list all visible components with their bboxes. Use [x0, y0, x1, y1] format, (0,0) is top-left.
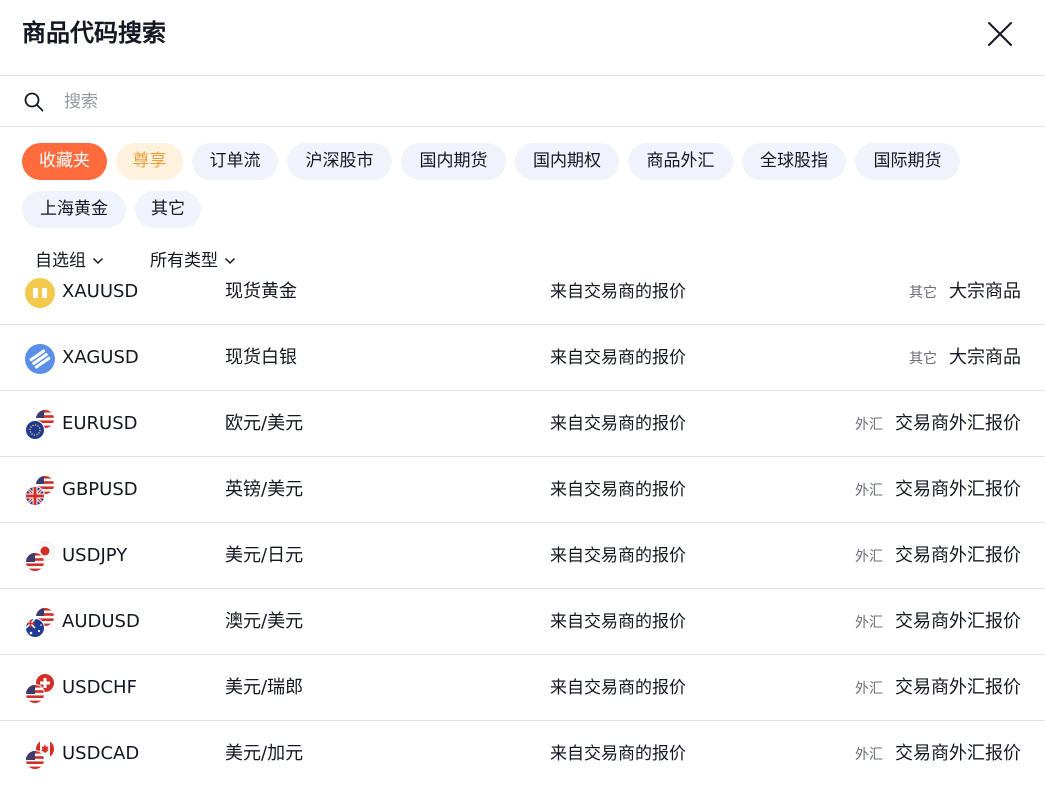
close-button[interactable] — [984, 18, 1016, 50]
chevron-down-icon — [224, 257, 236, 265]
symbol-type: 外汇 — [855, 615, 883, 631]
symbol-type: 外汇 — [855, 483, 883, 499]
symbol-exchange: 交易商外汇报价 — [895, 479, 1021, 500]
chip-other[interactable]: 其它 — [135, 191, 201, 228]
symbol-type: 外汇 — [855, 747, 883, 763]
gb-us-flags-icon — [25, 476, 54, 506]
chip-cn-stocks[interactable]: 沪深股市 — [287, 143, 392, 180]
dialog-title: 商品代码搜索 — [22, 19, 166, 47]
silver-bar-icon — [25, 344, 55, 374]
watchlist-dropdown[interactable]: 自选组 — [35, 246, 104, 276]
gold-bar-icon — [25, 278, 55, 308]
chevron-down-icon — [92, 257, 104, 265]
symbol-code: USDCAD — [62, 743, 140, 764]
symbol-type: 外汇 — [855, 549, 883, 565]
symbol-meta: 外汇 交易商外汇报价 — [855, 655, 1021, 722]
symbol-row-xauusd[interactable]: XAUUSD 现货黄金 来自交易商的报价 其它 大宗商品 — [0, 276, 1045, 325]
au-us-flags-icon — [25, 608, 54, 638]
us-ch-flags-icon — [25, 674, 54, 704]
close-icon — [988, 22, 1012, 46]
search-bar — [0, 77, 1045, 127]
chip-cn-futures[interactable]: 国内期货 — [401, 143, 506, 180]
type-dropdown[interactable]: 所有类型 — [150, 246, 236, 276]
chip-shanghai-gold[interactable]: 上海黄金 — [22, 191, 126, 228]
dialog-header: 商品代码搜索 — [0, 0, 1045, 76]
symbol-exchange: 大宗商品 — [949, 281, 1021, 302]
chip-global-indices[interactable]: 全球股指 — [742, 143, 846, 180]
quote-source: 来自交易商的报价 — [550, 744, 686, 764]
symbol-meta: 其它 大宗商品 — [909, 325, 1021, 392]
symbol-description: 美元/加元 — [225, 743, 304, 764]
symbol-description: 美元/日元 — [225, 545, 304, 566]
symbol-row-usdjpy[interactable]: USDJPY 美元/日元 来自交易商的报价 外汇 交易商外汇报价 — [0, 523, 1045, 589]
quote-source: 来自交易商的报价 — [550, 546, 686, 566]
symbol-code: USDJPY — [62, 545, 128, 566]
filter-bar: 自选组 所有类型 — [0, 246, 400, 276]
symbol-description: 现货白银 — [225, 347, 297, 368]
symbol-description: 欧元/美元 — [225, 413, 304, 434]
chip-favorites[interactable]: 收藏夹 — [22, 143, 107, 180]
symbol-code: XAGUSD — [62, 347, 139, 368]
symbol-meta: 其它 大宗商品 — [909, 276, 1021, 326]
symbol-meta: 外汇 交易商外汇报价 — [855, 721, 1021, 786]
symbol-exchange: 交易商外汇报价 — [895, 545, 1021, 566]
symbol-row-audusd[interactable]: AUDUSD 澳元/美元 来自交易商的报价 外汇 交易商外汇报价 — [0, 589, 1045, 655]
symbol-description: 现货黄金 — [225, 281, 297, 302]
eu-us-flags-icon — [25, 410, 54, 440]
symbol-exchange: 大宗商品 — [949, 347, 1021, 368]
symbol-code: AUDUSD — [62, 611, 140, 632]
symbol-type: 其它 — [909, 351, 937, 367]
symbol-description: 美元/瑞郎 — [225, 677, 304, 698]
symbol-meta: 外汇 交易商外汇报价 — [855, 523, 1021, 590]
symbol-exchange: 交易商外汇报价 — [895, 413, 1021, 434]
type-dropdown-label: 所有类型 — [150, 251, 218, 271]
symbol-row-eurusd[interactable]: EURUSD 欧元/美元 来自交易商的报价 外汇 交易商外汇报价 — [0, 391, 1045, 457]
quote-source: 来自交易商的报价 — [550, 414, 686, 434]
quote-source: 来自交易商的报价 — [550, 282, 686, 302]
quote-source: 来自交易商的报价 — [550, 480, 686, 500]
quote-source: 来自交易商的报价 — [550, 678, 686, 698]
symbol-exchange: 交易商外汇报价 — [895, 743, 1021, 764]
symbol-meta: 外汇 交易商外汇报价 — [855, 391, 1021, 458]
symbol-exchange: 交易商外汇报价 — [895, 677, 1021, 698]
chip-cn-options[interactable]: 国内期权 — [515, 143, 619, 180]
search-input[interactable] — [64, 87, 1004, 117]
symbol-code: USDCHF — [62, 677, 137, 698]
us-jp-flags-icon — [25, 541, 55, 572]
symbol-row-usdcad[interactable]: USDCAD 美元/加元 来自交易商的报价 外汇 交易商外汇报价 — [0, 721, 1045, 786]
chip-commodities-fx[interactable]: 商品外汇 — [628, 143, 733, 180]
symbol-meta: 外汇 交易商外汇报价 — [855, 457, 1021, 524]
symbol-type: 外汇 — [855, 417, 883, 433]
symbol-results-list[interactable]: XAUUSD 现货黄金 来自交易商的报价 其它 大宗商品 XAGUSD 现货白银 … — [0, 276, 1045, 786]
symbol-row-gbpusd[interactable]: GBPUSD 英镑/美元 来自交易商的报价 外汇 交易商外汇报价 — [0, 457, 1045, 523]
symbol-code: EURUSD — [62, 413, 138, 434]
us-ca-flags-icon — [25, 740, 54, 770]
symbol-description: 英镑/美元 — [225, 479, 304, 500]
symbol-description: 澳元/美元 — [225, 611, 304, 632]
symbol-type: 外汇 — [855, 681, 883, 697]
symbol-row-xagusd[interactable]: XAGUSD 现货白银 来自交易商的报价 其它 大宗商品 — [0, 325, 1045, 391]
watchlist-dropdown-label: 自选组 — [35, 251, 86, 271]
chip-intl-futures[interactable]: 国际期货 — [855, 143, 960, 180]
chip-premium[interactable]: 尊享 — [116, 143, 183, 180]
symbol-code: XAUUSD — [62, 281, 139, 302]
symbol-type: 其它 — [909, 285, 937, 301]
search-icon — [24, 92, 44, 112]
chip-order-flow[interactable]: 订单流 — [192, 143, 278, 180]
quote-source: 来自交易商的报价 — [550, 612, 686, 632]
quote-source: 来自交易商的报价 — [550, 348, 686, 368]
symbol-code: GBPUSD — [62, 479, 138, 500]
symbol-row-usdchf[interactable]: USDCHF 美元/瑞郎 来自交易商的报价 外汇 交易商外汇报价 — [0, 655, 1045, 721]
symbol-exchange: 交易商外汇报价 — [895, 611, 1021, 632]
symbol-meta: 外汇 交易商外汇报价 — [855, 589, 1021, 656]
